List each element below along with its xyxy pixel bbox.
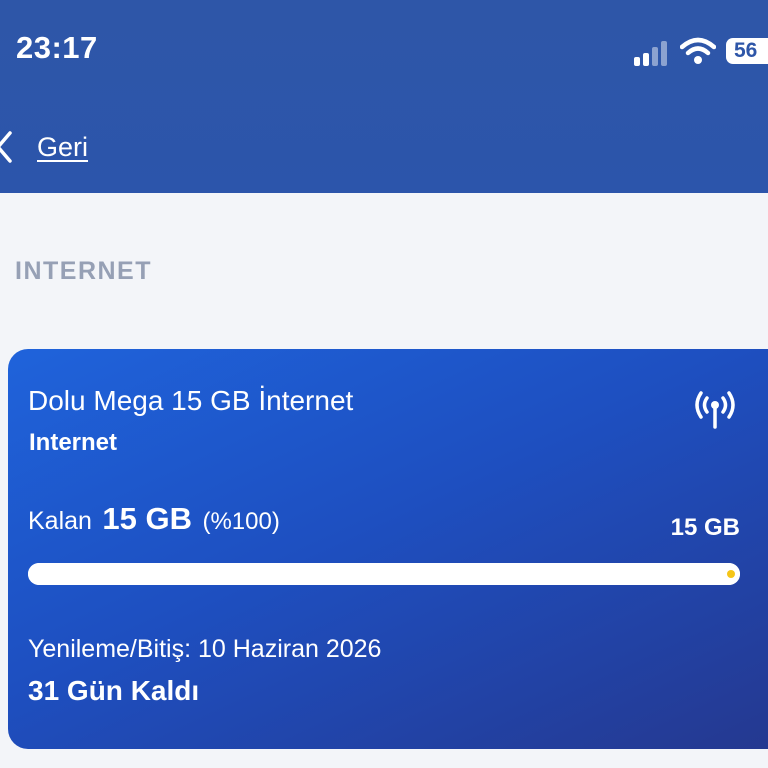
antenna-icon (695, 391, 735, 429)
header-bar: 23:17 56 Geri (0, 0, 768, 193)
remaining-percent: (%100) (202, 508, 280, 535)
remaining-value: 15 GB (102, 501, 193, 536)
usage-progress-bar (28, 563, 740, 585)
package-name: Dolu Mega 15 GB İnternet (28, 385, 354, 416)
total-amount: 15 GB (670, 514, 740, 541)
package-type: Internet (29, 429, 118, 456)
back-label[interactable]: Geri (37, 132, 88, 163)
progress-end-dot (727, 570, 735, 578)
renewal-date: Yenileme/Bitiş: 10 Haziran 2026 (28, 635, 382, 663)
remaining-label: Kalan (28, 507, 92, 535)
package-card[interactable]: Dolu Mega 15 GB İnternet Internet Kalan … (8, 349, 768, 749)
status-time: 23:17 (16, 30, 98, 65)
battery-indicator: 56 (726, 38, 768, 64)
section-title: INTERNET (15, 257, 152, 285)
usage-progress-fill (28, 563, 740, 585)
wifi-icon (680, 37, 716, 64)
days-left: 31 Gün Kaldı (28, 675, 200, 706)
chevron-left-icon (0, 131, 12, 163)
remaining-amount: Kalan 15 GB (%100) (28, 501, 280, 537)
cellular-signal-icon (634, 40, 674, 66)
